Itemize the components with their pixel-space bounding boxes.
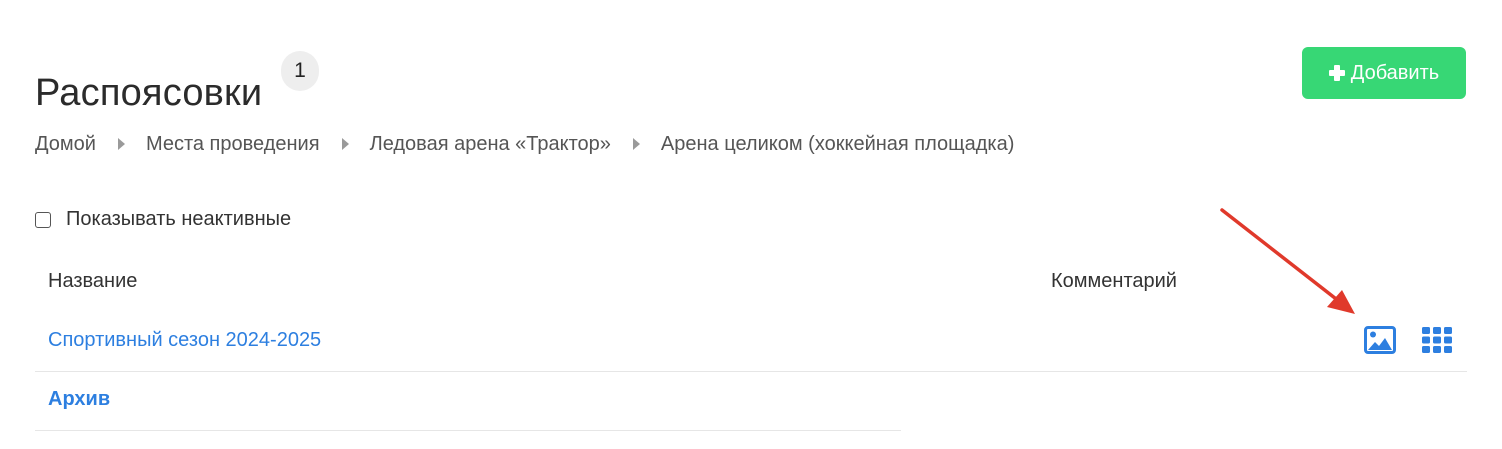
show-inactive-toggle[interactable]: Показывать неактивные [35,208,291,231]
caret-right-icon [341,138,349,150]
caret-right-icon [632,138,640,150]
add-button[interactable]: Добавить [1302,47,1466,99]
breadcrumb-item-current: Арена целиком (хоккейная площадка) [660,132,1015,155]
add-button-label: Добавить [1350,61,1440,84]
row-divider [35,371,1467,372]
row-divider [35,430,901,431]
breadcrumb: Домой Места проведения Ледовая арена «Тр… [35,130,1014,158]
page-title: Распоясовки [35,72,263,115]
show-inactive-label: Показывать неактивные [66,208,292,230]
column-header-comment: Комментарий [1051,270,1177,292]
table-row-link[interactable]: Спортивный сезон 2024-2025 [48,329,321,352]
image-icon[interactable] [1364,326,1396,359]
caret-right-icon [117,138,125,150]
grid-icon[interactable] [1422,326,1454,359]
breadcrumb-item-arena[interactable]: Ледовая арена «Трактор» [370,133,611,156]
breadcrumb-item-home[interactable]: Домой [35,133,96,156]
plus-icon [1328,65,1345,81]
table-row-link[interactable]: Архив [48,388,110,411]
breadcrumb-item-venues[interactable]: Места проведения [146,133,320,156]
column-header-name: Название [48,270,138,292]
count-badge: 1 [281,51,319,91]
show-inactive-checkbox[interactable] [35,211,51,228]
